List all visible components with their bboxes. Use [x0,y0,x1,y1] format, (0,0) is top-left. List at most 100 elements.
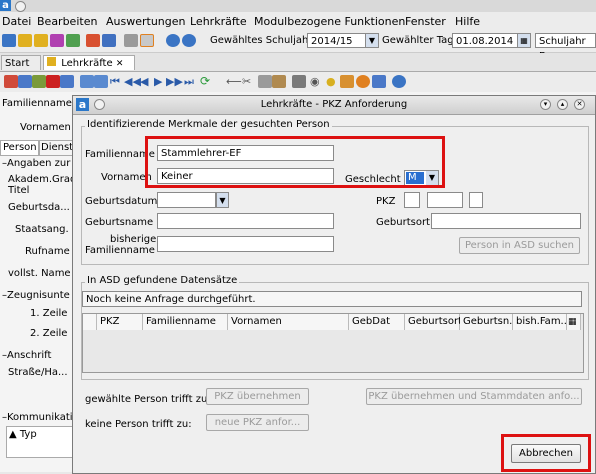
card-icon[interactable] [102,34,116,47]
menu-fenster[interactable]: Fenster [405,15,446,28]
paste-icon[interactable] [272,75,286,88]
column-header[interactable]: Geburtsort [405,314,462,330]
nav-prev-fast-icon[interactable]: ◀◀ [124,75,141,88]
monitor-icon[interactable] [50,34,64,47]
geburtsdatum-label: Geburtsdatum [85,196,158,207]
bg-kommunikation-text: Kommunikati [7,412,73,423]
bg-zeile2-label: 2. Zeile [30,328,68,339]
tab-lehrkraefte-label: Lehrkräfte [61,58,113,69]
undo-icon[interactable] [32,75,46,88]
chevron-down-icon[interactable]: ▾ [540,99,551,110]
app-logo-icon: a [0,0,11,11]
column-header[interactable]: bish.Fam... [513,314,570,330]
menu-bearbeiten[interactable]: Bearbeiten [37,15,97,28]
lightbulb-icon[interactable]: ● [326,75,336,88]
column-chooser-icon[interactable]: ▦ [567,314,581,330]
help-icon[interactable] [392,75,406,88]
menu-hilfe[interactable]: Hilfe [455,15,480,28]
tab-start[interactable]: Start ✕ [1,55,41,84]
grid-icon[interactable] [60,75,74,88]
results-table[interactable]: PKZ Familienname Vornamen GebDat Geburts… [82,313,584,373]
chevron-down-icon[interactable]: ▼ [216,192,229,208]
copy-icon[interactable] [124,34,138,47]
geburtsort-input[interactable] [431,213,581,229]
schuljahr-select[interactable]: 2014/15 ▼ [307,33,379,48]
menu-modulbezogene-funktionen[interactable]: Modulbezogene Funktionen [254,15,405,28]
schuljahr-be-select[interactable]: Schuljahr Be [535,33,596,62]
tab-lehrkraefte[interactable]: Lehrkräfte ✕ [43,55,135,70]
tab-start-label: Start [5,58,30,69]
print-icon[interactable] [292,75,306,88]
main-toolbar: Gewähltes Schuljahr 2014/15 ▼ Gewählter … [0,30,596,62]
bg-geburtsdatum-label: Geburtsda... [8,202,70,213]
pkz-uebernehmen-button[interactable]: PKZ übernehmen [206,388,309,405]
geburtsort-label: Geburtsort [376,217,430,228]
tag-date-field[interactable]: 01.08.2014 ▦ [452,33,531,48]
keine-person-label: keine Person trifft zu: [85,419,192,430]
save-icon[interactable] [18,75,32,88]
column-header[interactable]: GebDat [349,314,405,330]
highlight-box-fields [145,136,445,188]
bg-strasse-label: Straße/Ha... [8,367,68,378]
group-icon[interactable] [34,34,48,47]
person-suchen-button[interactable]: Person in ASD suchen [459,237,580,254]
pkz-stammdaten-button[interactable]: PKZ übernehmen und Stammdaten anfo... [366,388,582,405]
settings-icon[interactable] [372,75,386,88]
chevron-up-icon[interactable]: ▴ [557,99,568,110]
cut-icon[interactable]: ✂ [242,75,251,88]
layout-icon[interactable] [80,75,94,88]
calendar-icon[interactable] [140,34,154,47]
bg-angaben-text: Angaben zur [7,158,71,169]
column-header[interactable]: PKZ [97,314,143,330]
book-icon[interactable] [86,34,100,47]
copy-icon[interactable] [258,75,272,88]
geburtsname-input[interactable] [157,213,334,229]
geburtsname-label: Geburtsname [85,217,154,228]
nav-first-icon[interactable]: ⏮ [110,75,120,89]
help-icon[interactable] [182,34,196,47]
refresh-icon[interactable]: ⟳ [200,74,210,88]
column-header[interactable]: Vornamen [228,314,349,330]
bg-kommunikation-table[interactable]: ▲ Typ [6,426,74,458]
highlight-box-cancel [501,434,591,472]
new-record-icon[interactable] [4,75,18,88]
column-header[interactable]: Geburtsn... [460,314,519,330]
back-icon[interactable]: ⟵ [226,75,242,88]
nav-next-icon[interactable]: ▶ [154,75,162,88]
delete-icon[interactable] [46,75,60,88]
menu-datei[interactable]: Datei [2,15,31,28]
bg-akadem-label: Akadem.Grad [8,174,77,185]
window-menu-icon[interactable] [15,1,26,12]
menubar: Datei Bearbeiten Auswertungen Lehrkräfte… [0,12,596,30]
column-header[interactable]: Familienname [143,314,228,330]
bisheriger-familienname-input[interactable] [157,236,334,252]
nav-next-fast-icon[interactable]: ▶▶ [166,75,183,88]
menu-lehrkraefte[interactable]: Lehrkräfte [190,15,247,28]
info-icon[interactable] [166,34,180,47]
menu-auswertungen[interactable]: Auswertungen [106,15,186,28]
close-icon[interactable]: ✕ [574,99,585,110]
pkz-input-2[interactable] [427,192,463,208]
keyboard-icon[interactable] [2,34,16,47]
brush-icon[interactable] [340,75,354,88]
people-icon[interactable] [18,34,32,47]
calendar-icon[interactable]: ▦ [517,34,530,47]
subtab-person[interactable]: Person [0,140,40,156]
close-icon[interactable]: ✕ [116,59,124,69]
subtab-dienst[interactable]: Dienst [38,140,76,156]
pkz-input-1[interactable] [404,192,420,208]
nav-prev-icon[interactable]: ◀ [140,75,148,88]
trifft-zu-label: gewählte Person trifft zu: [85,394,211,405]
chart-icon[interactable] [66,34,80,47]
nav-last-icon[interactable]: ⏭ [184,75,194,89]
group2-title: In ASD gefundene Datensätze [85,275,240,286]
geburtsdatum-input[interactable] [157,192,216,208]
bg-zeugnis-text: Zeugnisunte [7,290,70,301]
pkz-input-3[interactable] [469,192,483,208]
layout2-icon[interactable] [94,75,108,88]
neue-pkz-button[interactable]: neue PKZ anfor... [206,414,309,431]
clock-icon[interactable] [356,75,370,88]
preview-icon[interactable]: ◉ [310,75,320,88]
chevron-down-icon[interactable]: ▼ [365,34,378,47]
dialog-title: Lehrkräfte - PKZ Anforderung [260,99,408,110]
